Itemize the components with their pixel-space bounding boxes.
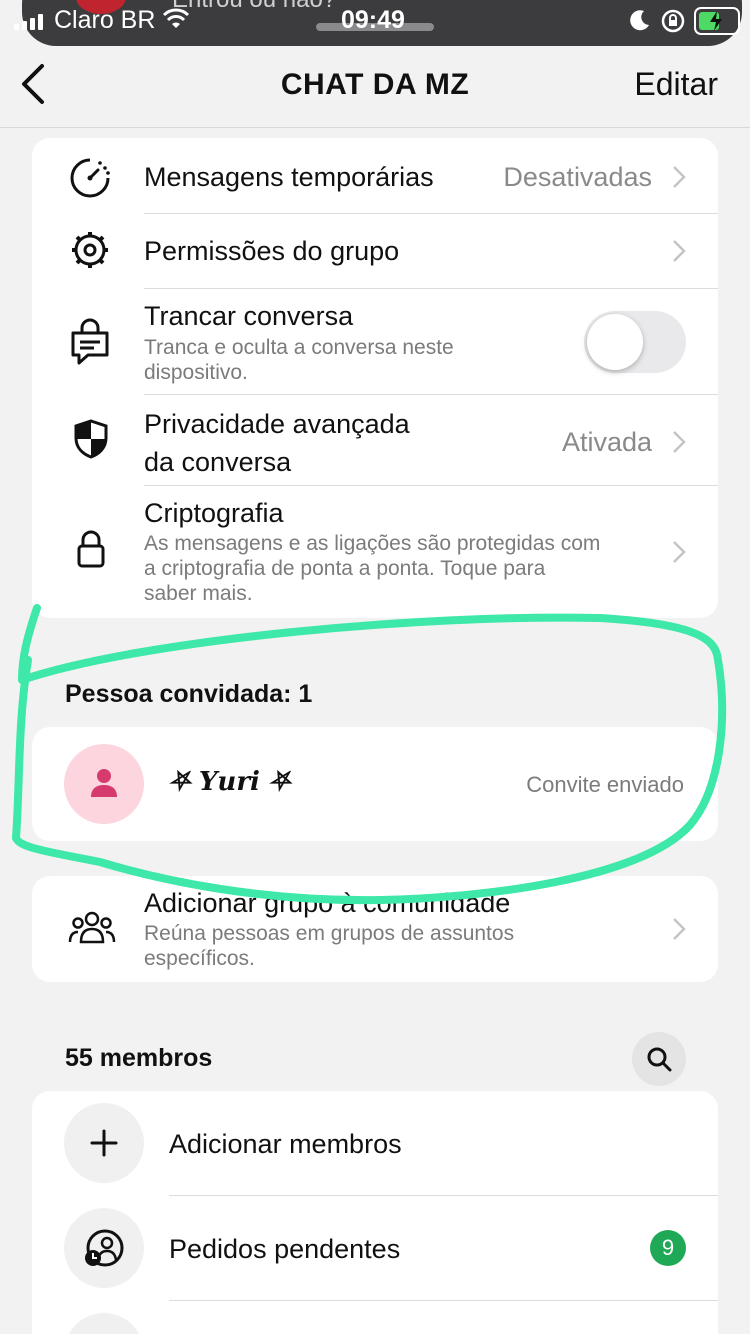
invite-status: Convite enviado	[526, 772, 684, 797]
avatar	[64, 1313, 144, 1334]
chevron-right-icon	[673, 166, 686, 188]
avatar	[64, 744, 144, 824]
advanced-privacy-value: Ativada	[561, 427, 652, 457]
navigation-bar: CHAT DA MZ Editar	[0, 44, 750, 128]
chat-settings-card: Mensagens temporárias Desativadas Permis…	[32, 138, 718, 618]
chevron-right-icon	[673, 240, 686, 262]
invitee-name: ⛧ 𝒀𝒖𝒓𝒊 ⛧	[169, 767, 290, 797]
clock: 09:49	[341, 6, 405, 34]
lock-chat-label: Trancar conversa	[144, 301, 354, 331]
moon-icon	[630, 10, 649, 31]
add-members-row[interactable]: Adicionar membros	[32, 1091, 718, 1196]
community-subtitle: Reúna pessoas em grupos de assuntos espe…	[144, 922, 515, 970]
rotation-lock-icon	[661, 9, 685, 33]
group-permissions-row[interactable]: Permissões do grupo	[32, 214, 718, 288]
invited-header: Pessoa convidada: 1	[65, 680, 313, 708]
gear-icon	[72, 232, 108, 268]
lock-chat-row: Trancar conversa Tranca e oculta a conve…	[32, 289, 718, 394]
signal-icon	[14, 14, 43, 30]
add-members-label: Adicionar membros	[169, 1129, 402, 1159]
member-search-button[interactable]	[632, 1032, 686, 1086]
community-card: Adicionar grupo à comunidade Reúna pesso…	[32, 876, 718, 982]
community-icon	[68, 911, 116, 944]
temporary-messages-row[interactable]: Mensagens temporárias Desativadas	[32, 138, 718, 214]
group-permissions-label: Permissões do grupo	[144, 236, 400, 266]
shield-icon	[74, 419, 108, 459]
pending-requests-icon-circle	[64, 1208, 144, 1288]
battery-icon	[694, 7, 740, 35]
chevron-right-icon	[673, 431, 686, 453]
chat-lock-icon	[71, 318, 109, 365]
advanced-privacy-row[interactable]: Privacidade avançada da conversa Ativada	[32, 395, 718, 485]
lock-chat-subtitle: Tranca e oculta a conversa neste disposi…	[144, 336, 454, 384]
community-label: Adicionar grupo à comunidade	[144, 888, 511, 918]
status-bar: Entrou ou não? Claro BR 09:49	[0, 0, 750, 46]
invited-card: ⛧ 𝒀𝒖𝒓𝒊 ⛧ Convite enviado	[32, 727, 718, 841]
carrier-name: Claro BR	[54, 6, 156, 34]
temporary-messages-value: Desativadas	[503, 162, 652, 192]
pending-requests-label: Pedidos pendentes	[169, 1234, 401, 1264]
members-card: Adicionar membros Pedidos pendentes 9	[32, 1091, 718, 1334]
pending-person-icon	[85, 1229, 124, 1267]
invited-person-row[interactable]: ⛧ 𝒀𝒖𝒓𝒊 ⛧ Convite enviado	[32, 727, 718, 841]
lock-icon	[77, 530, 105, 568]
members-header: 55 membros	[65, 1044, 213, 1072]
encryption-subtitle: As mensagens e as ligações são protegida…	[144, 532, 601, 605]
toggle-knob	[587, 314, 643, 370]
lock-chat-toggle[interactable]	[584, 311, 686, 373]
temporary-messages-label: Mensagens temporárias	[144, 162, 434, 192]
chevron-right-icon	[673, 541, 686, 563]
edit-button[interactable]: Editar	[634, 66, 718, 103]
wifi-icon	[162, 8, 190, 28]
encryption-row[interactable]: Criptografia As mensagens e as ligações …	[32, 486, 718, 618]
plus-icon	[90, 1129, 118, 1157]
search-icon	[647, 1047, 672, 1072]
timer-icon	[70, 158, 110, 198]
person-icon	[91, 769, 117, 797]
advanced-privacy-label: Privacidade avançada da conversa	[144, 409, 410, 477]
add-members-icon-circle	[64, 1103, 144, 1183]
chevron-right-icon	[673, 918, 686, 940]
next-member-row[interactable]	[32, 1301, 718, 1334]
notification-preview: Entrou ou não?	[172, 0, 336, 14]
pending-requests-row[interactable]: Pedidos pendentes 9	[32, 1196, 718, 1301]
encryption-label: Criptografia	[144, 498, 284, 528]
add-to-community-row[interactable]: Adicionar grupo à comunidade Reúna pesso…	[32, 876, 718, 982]
pending-count-badge: 9	[650, 1230, 686, 1266]
